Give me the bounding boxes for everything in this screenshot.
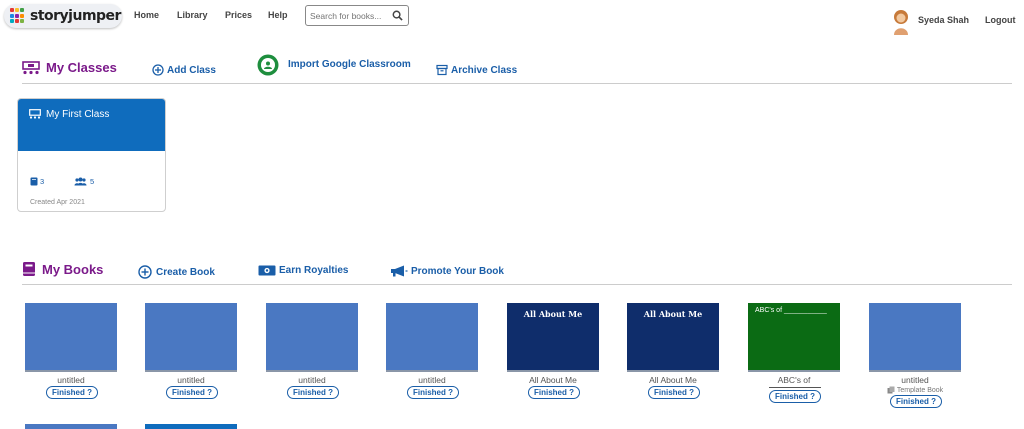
cover-title-text: ABC's of ___________ — [755, 307, 827, 314]
nav-help[interactable]: Help — [268, 10, 288, 20]
book-title: All About Me — [649, 375, 697, 385]
promote-book-label: Promote Your Book — [411, 265, 504, 277]
finished-button[interactable]: Finished ? — [287, 386, 339, 399]
money-icon — [258, 265, 276, 276]
book-cover[interactable]: ABC's of ___________ — [748, 303, 840, 372]
book-title: untitled — [57, 375, 85, 385]
nav-library[interactable]: Library — [177, 10, 208, 20]
finished-button[interactable]: Finished ? — [407, 386, 459, 399]
class-created-date: Created Apr 2021 — [30, 199, 85, 206]
my-classes-header: My Classes Add Class Import Google Class… — [22, 54, 1012, 84]
books-icon — [23, 262, 35, 276]
finished-button[interactable]: Finished ? — [648, 386, 700, 399]
book-card[interactable]: untitled Finished ? — [145, 303, 239, 399]
copy-icon — [887, 386, 895, 394]
book-card[interactable]: untitled Finished ? — [266, 303, 360, 399]
book-title: untitled — [177, 375, 205, 385]
book-cover[interactable] — [25, 303, 117, 372]
classroom-icon — [22, 60, 40, 74]
book-cover[interactable] — [145, 303, 237, 372]
add-class-button[interactable]: Add Class — [152, 64, 216, 76]
book-title: ABC's of — [777, 375, 811, 385]
logout-link[interactable]: Logout — [985, 15, 1016, 25]
book-cover[interactable] — [386, 303, 478, 372]
promote-book-button[interactable]: Promote Your Book — [390, 265, 504, 277]
finished-button[interactable]: Finished ? — [769, 390, 821, 403]
cover-title-text: All About Me — [643, 309, 703, 319]
book-card[interactable]: ABC's of ___________ ABC's of Finished ? — [748, 303, 842, 403]
students-icon — [74, 177, 87, 186]
section-title-text: My Books — [42, 261, 104, 277]
title-underline — [769, 387, 821, 388]
finished-button[interactable]: Finished ? — [166, 386, 218, 399]
finished-button[interactable]: Finished ? — [46, 386, 98, 399]
book-title: untitled — [298, 375, 326, 385]
book-card[interactable]: untitled Finished ? — [25, 303, 119, 399]
book-cover-partial[interactable] — [145, 424, 237, 429]
import-google-label: Import Google Classroom — [288, 58, 411, 70]
archive-icon — [436, 64, 448, 76]
archive-class-label: Archive Class — [451, 64, 518, 76]
earn-royalties-button[interactable]: Earn Royalties — [258, 265, 348, 276]
book-card[interactable]: All About Me All About Me Finished ? — [627, 303, 721, 399]
earn-royalties-label: Earn Royalties — [279, 265, 349, 276]
google-classroom-icon — [257, 54, 279, 76]
book-title: untitled — [901, 375, 929, 385]
nav-home[interactable]: Home — [134, 10, 159, 20]
class-books-count: 3 — [40, 177, 45, 186]
book-cover[interactable]: All About Me — [627, 303, 719, 372]
search-icon[interactable] — [392, 10, 403, 21]
finished-button[interactable]: Finished ? — [528, 386, 580, 399]
class-name: My First Class — [46, 109, 110, 120]
book-cover-partial[interactable] — [25, 424, 117, 429]
book-title: All About Me — [529, 375, 577, 385]
template-book-tag: Template Book — [869, 386, 961, 394]
add-circle-icon — [138, 265, 152, 279]
nav-prices[interactable]: Prices — [225, 10, 252, 20]
logo-text: storyjumper — [30, 8, 121, 24]
book-icon — [30, 177, 38, 186]
my-books-title: My Books — [22, 261, 103, 277]
class-books-stat: 3 — [30, 177, 44, 186]
template-book-label: Template Book — [896, 386, 944, 394]
search-box — [305, 5, 409, 26]
my-classes-title: My Classes — [22, 60, 117, 75]
book-cover[interactable]: All About Me — [507, 303, 599, 372]
book-card[interactable]: untitled Finished ? — [386, 303, 480, 399]
create-book-button[interactable]: Create Book — [138, 265, 215, 279]
avatar[interactable] — [891, 9, 911, 35]
book-cover[interactable] — [266, 303, 358, 372]
megaphone-icon — [391, 265, 408, 277]
add-circle-icon — [152, 64, 164, 76]
class-board-icon — [29, 109, 41, 119]
create-book-label: Create Book — [156, 266, 215, 278]
section-title-text: My Classes — [46, 60, 117, 75]
class-card-header — [18, 99, 165, 151]
class-card[interactable]: My First Class 3 5 Created Apr 2021 — [17, 98, 166, 212]
archive-class-button[interactable]: Archive Class — [436, 64, 517, 76]
add-class-label: Add Class — [167, 64, 216, 76]
book-card[interactable]: All About Me All About Me Finished ? — [507, 303, 601, 399]
book-card[interactable]: untitled Template Book Finished ? — [869, 303, 963, 408]
my-books-header: My Books Create Book Earn Royalties Prom… — [22, 255, 1012, 285]
import-google-classroom-button[interactable]: Import Google Classroom — [257, 54, 411, 76]
book-title: untitled — [418, 375, 446, 385]
cover-title-text: All About Me — [523, 309, 583, 319]
logo-dots-icon — [10, 8, 26, 24]
class-students-count: 5 — [90, 177, 95, 186]
class-students-stat: 5 — [74, 177, 94, 186]
storyjumper-logo[interactable]: storyjumper — [4, 4, 122, 28]
book-cover[interactable] — [869, 303, 961, 372]
user-name[interactable]: Syeda Shah — [918, 15, 969, 25]
finished-button[interactable]: Finished ? — [890, 395, 942, 408]
top-nav: storyjumper Home Library Prices Help Sye… — [0, 0, 1024, 35]
search-input[interactable] — [310, 8, 390, 23]
